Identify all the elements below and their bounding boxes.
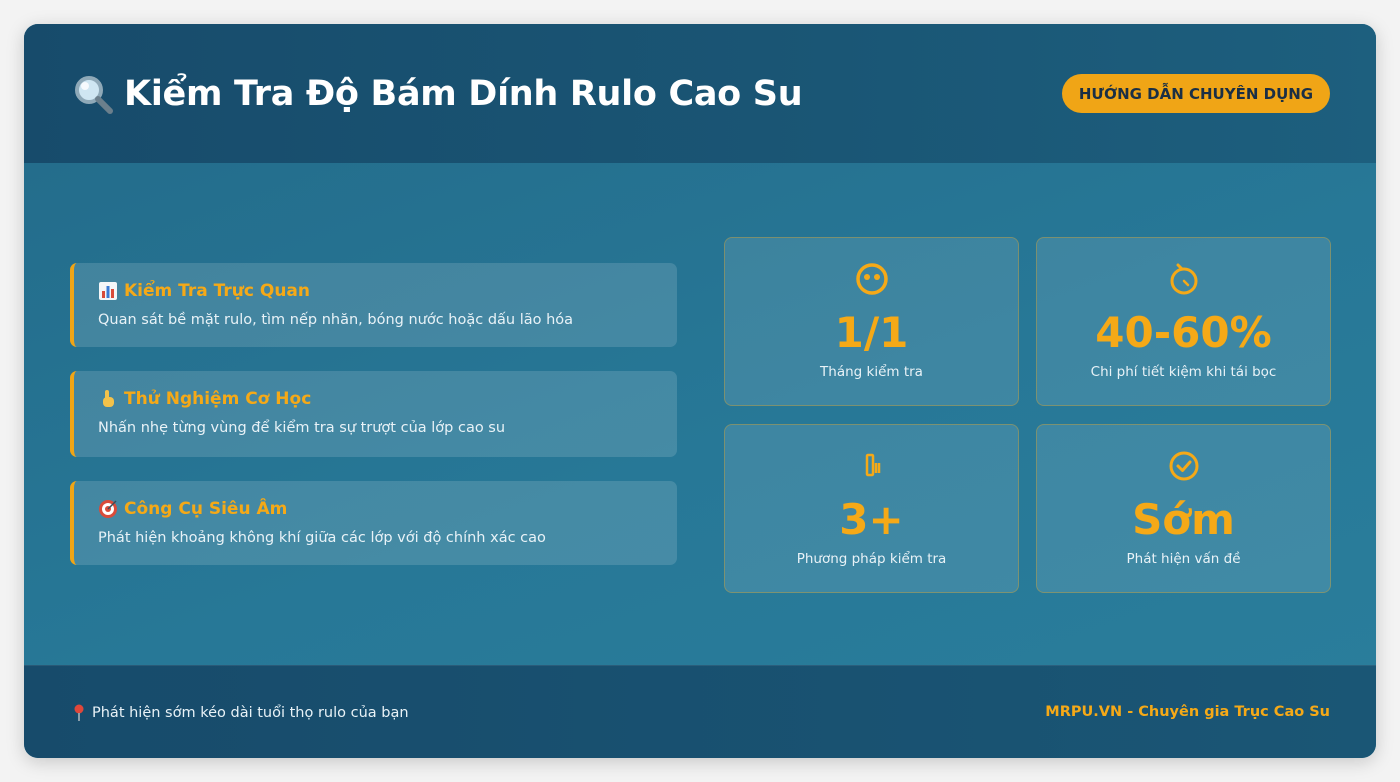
slide-card: Kiểm Tra Độ Bám Dính Rulo Cao Su HƯỚNG D… xyxy=(24,24,1376,758)
page-title: Kiểm Tra Độ Bám Dính Rulo Cao Su xyxy=(72,68,803,120)
stopwatch-icon xyxy=(1167,262,1201,296)
method-title: Công Cụ Siêu Âm xyxy=(124,499,288,519)
footer-tagline-text: Phát hiện sớm kéo dài tuổi thọ rulo của … xyxy=(92,705,409,721)
method-desc: Quan sát bề mặt rulo, tìm nếp nhăn, bóng… xyxy=(98,312,574,328)
stat-label: Chi phí tiết kiệm khi tái bọc xyxy=(1090,364,1277,380)
method-desc: Nhấn nhẹ từng vùng để kiểm tra sự trượt … xyxy=(98,420,506,436)
method-item-mechanical: Thử Nghiệm Cơ Học Nhấn nhẹ từng vùng để … xyxy=(70,371,677,457)
stat-value: Sớm xyxy=(1132,495,1235,544)
header-bar: Kiểm Tra Độ Bám Dính Rulo Cao Su HƯỚNG D… xyxy=(24,24,1376,163)
magnifier-icon xyxy=(72,73,114,115)
stat-card-methods: 3+ Phương pháp kiểm tra xyxy=(724,424,1019,593)
stat-card-frequency: 1/1 Tháng kiểm tra xyxy=(724,237,1019,406)
page-title-text: Kiểm Tra Độ Bám Dính Rulo Cao Su xyxy=(124,74,803,114)
stat-label: Phương pháp kiểm tra xyxy=(796,551,947,567)
pin-icon xyxy=(72,704,86,722)
stat-value: 40-60% xyxy=(1095,308,1272,357)
face-icon xyxy=(855,262,889,296)
method-title: Kiểm Tra Trực Quan xyxy=(124,281,311,301)
stat-card-early: Sớm Phát hiện vấn đề xyxy=(1036,424,1331,593)
footer-bar: Phát hiện sớm kéo dài tuổi thọ rulo của … xyxy=(24,665,1376,758)
pointing-hand-icon xyxy=(98,389,118,409)
stat-card-savings: 40-60% Chi phí tiết kiệm khi tái bọc xyxy=(1036,237,1331,406)
method-title: Thử Nghiệm Cơ Học xyxy=(124,389,312,409)
stat-value: 1/1 xyxy=(834,308,909,357)
method-item-ultrasonic: Công Cụ Siêu Âm Phát hiện khoảng không k… xyxy=(70,481,677,565)
stat-label: Phát hiện vấn đề xyxy=(1126,551,1241,567)
method-item-visual: Kiểm Tra Trực Quan Quan sát bề mặt rulo,… xyxy=(70,263,677,347)
guide-badge: HƯỚNG DẪN CHUYÊN DỤNG xyxy=(1062,74,1330,113)
target-icon xyxy=(98,499,118,519)
footer-brand: MRPU.VN - Chuyên gia Trục Cao Su xyxy=(1045,704,1330,720)
tool-icon xyxy=(855,449,889,483)
footer-tagline: Phát hiện sớm kéo dài tuổi thọ rulo của … xyxy=(72,704,409,722)
bar-chart-icon xyxy=(98,281,118,301)
stat-value: 3+ xyxy=(839,495,904,544)
method-desc: Phát hiện khoảng không khí giữa các lớp … xyxy=(98,530,546,546)
check-circle-icon xyxy=(1167,449,1201,483)
stat-label: Tháng kiểm tra xyxy=(820,364,923,380)
